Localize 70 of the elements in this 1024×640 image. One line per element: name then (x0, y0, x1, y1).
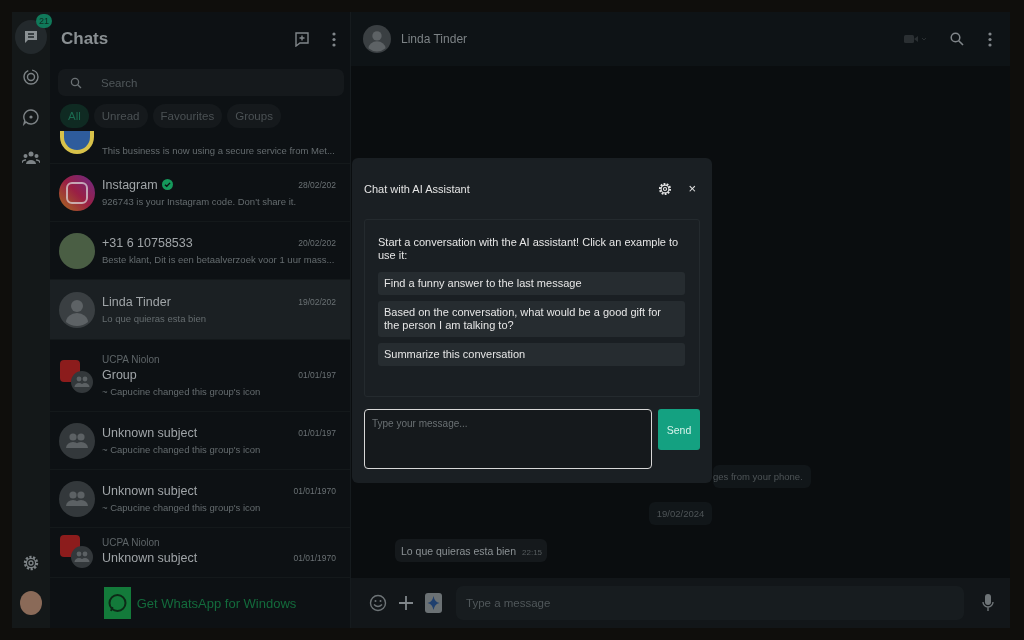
close-button[interactable]: × (684, 181, 700, 197)
communities-icon (22, 149, 40, 165)
chat-row[interactable]: UCPA Niolon Unknown subject 01/01/1970 (50, 528, 350, 574)
chat-name: Group (102, 367, 137, 382)
community-name: UCPA Niolon (102, 353, 161, 365)
message-preview: Lo que quieras esta bien (102, 311, 208, 325)
chat-row[interactable]: Linda Tinder 19/02/202 Lo que quieras esta bien (50, 280, 350, 340)
chat-name: Instagram (102, 177, 158, 192)
chat-date: 20/02/202 (298, 237, 336, 248)
community-avatar (59, 533, 95, 569)
new-chat-icon[interactable] (294, 31, 310, 47)
microphone-icon[interactable] (982, 594, 994, 612)
menu-icon[interactable] (988, 31, 992, 47)
menu-icon[interactable] (332, 31, 336, 47)
search-icon (70, 77, 82, 89)
panel-title: Chats (61, 29, 110, 49)
chat-row[interactable]: This business is now using a secure service from Met... (50, 128, 350, 164)
chat-row[interactable]: Unknown subject 01/01/197 ~ Capucine changed this group's icon (50, 412, 350, 470)
group-avatar (59, 480, 95, 517)
message-input[interactable]: Type your message... (364, 409, 652, 469)
message-time: 22:15 (522, 548, 543, 557)
chat-date: 01/01/197 (298, 427, 336, 438)
emoji-icon[interactable] (369, 594, 387, 612)
community-avatar (59, 357, 95, 394)
chat-name: +31 6 10758533 (102, 235, 193, 250)
community-name: UCPA Niolon (102, 537, 161, 548)
chat-row[interactable]: Unknown subject 01/01/1970 ~ Capucine changed this group's icon (50, 470, 350, 528)
chat-row[interactable]: UCPA Niolon Group 01/01/197 ~ Capucine changed this group's icon (50, 340, 350, 412)
search-icon[interactable] (950, 32, 964, 46)
person-avatar (59, 291, 95, 328)
logo-avatar (59, 131, 95, 157)
message-text: Lo que quieras esta bien (401, 545, 516, 557)
chat-name: Unknown subject (102, 551, 198, 565)
photo-placeholder (59, 232, 95, 269)
chat-date: 28/02/202 (298, 179, 336, 190)
chat-icon (23, 29, 39, 45)
dialog-title: Chat with AI Assistant (364, 182, 471, 195)
chat-name: Unknown subject (102, 425, 198, 440)
chat-date: 01/01/1970 (293, 553, 336, 563)
message-preview: Beste klant, Dit is een betaalverzoek voor 1 uur mass... (102, 252, 336, 266)
message-preview: This business is now using a secure service from Met... (102, 144, 336, 157)
channels-icon (22, 108, 40, 126)
message-preview: 926743 is your Instagram code. Don't share it. (102, 194, 298, 208)
search-field[interactable]: Search (58, 69, 344, 96)
group-avatar (59, 422, 95, 459)
message-preview: ~ Capucine changed this group's icon (102, 384, 262, 398)
status-icon (22, 68, 40, 86)
chat-date: 01/01/1970 (293, 485, 336, 496)
profile-avatar (20, 591, 42, 615)
chat-row[interactable]: Instagram 28/02/202 926743 is your Instagram code. Don't share it. (50, 164, 350, 222)
whatsapp-logo-icon (103, 587, 131, 619)
chat-name: Unknown subject (102, 483, 198, 498)
camera-logo-avatar (59, 174, 95, 211)
intro-text: Start a conversation with the AI assistant! Click an example to use it: (378, 236, 680, 263)
chat-date: 19/02/202 (298, 296, 336, 307)
contact-avatar (363, 25, 391, 53)
chat-name: Linda Tinder (102, 294, 171, 309)
settings-icon (22, 554, 40, 572)
date-chip: 19/02/2024 (648, 502, 713, 525)
message-preview: ~ Capucine changed this group's icon (102, 500, 262, 514)
settings-icon[interactable] (658, 181, 673, 196)
example-prompt[interactable]: Summarize this conversation (378, 343, 685, 367)
example-prompt[interactable]: Find a funny answer to the last message (378, 272, 685, 296)
example-prompt[interactable]: Based on the conversation, what would be a good gift for the person I am talking to? (378, 301, 685, 338)
verified-icon (161, 179, 173, 190)
message-preview: ~ Capucine changed this group's icon (102, 442, 262, 456)
contact-name: Linda Tinder (401, 32, 468, 46)
plus-icon[interactable] (399, 596, 413, 610)
chat-date: 01/01/197 (298, 369, 336, 380)
chats-tab[interactable] (15, 20, 47, 54)
